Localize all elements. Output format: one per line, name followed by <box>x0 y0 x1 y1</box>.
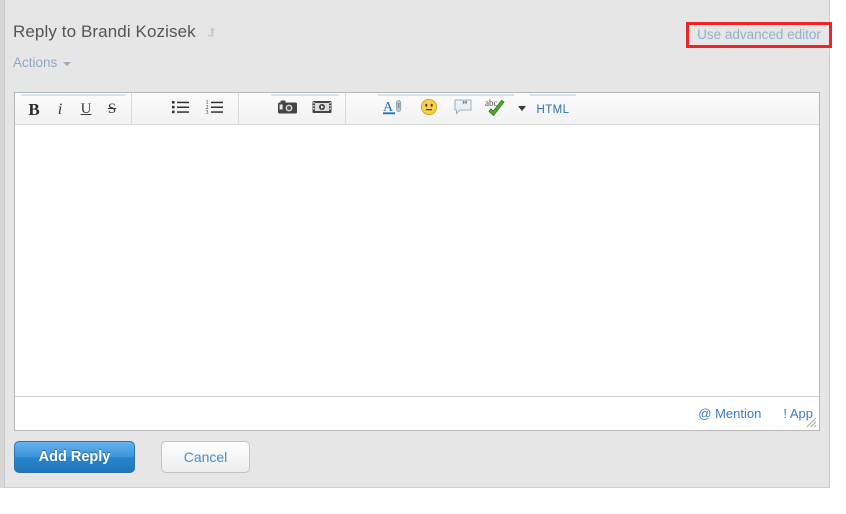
quote-button[interactable]: ” <box>446 93 480 124</box>
svg-text:”: ” <box>462 99 468 111</box>
screen-root: Reply to Brandi Kozisek Actions Use adva… <box>0 0 846 514</box>
rich-text-editor: B i U S 1 2 3 A ” abc HTML @ Mention ! A… <box>14 92 820 431</box>
bold-button[interactable]: B <box>21 93 47 124</box>
toolbar-group-lists: 1 2 3 <box>158 93 239 124</box>
share-arrow-icon <box>205 26 219 40</box>
compose-textarea[interactable] <box>15 125 819 397</box>
insert-image-button[interactable] <box>271 93 305 124</box>
font-color-icon: A <box>382 98 408 121</box>
page-title: Reply to Brandi Kozisek <box>13 22 196 41</box>
title-row: Reply to Brandi Kozisek <box>13 20 653 44</box>
svg-text:abc: abc <box>485 98 498 108</box>
numbered-list-button[interactable]: 1 2 3 <box>198 94 232 124</box>
use-advanced-editor-link[interactable]: Use advanced editor <box>690 26 828 44</box>
form-actions: Add Reply Cancel <box>14 441 250 473</box>
actions-label: Actions <box>13 54 58 70</box>
underline-icon: U <box>80 101 92 117</box>
insert-video-button[interactable] <box>305 93 339 124</box>
toolbar-spacer-1 <box>132 93 158 124</box>
toolbar-group-media <box>265 93 346 124</box>
italic-icon: i <box>57 100 63 118</box>
spellcheck-dropdown-button[interactable] <box>514 94 530 124</box>
html-label: HTML <box>536 103 570 116</box>
bold-icon: B <box>28 99 40 119</box>
emoticon-button[interactable] <box>412 93 446 124</box>
cancel-button[interactable]: Cancel <box>161 441 250 473</box>
left-edge-rail <box>0 0 5 488</box>
toolbar-spacer-2 <box>239 93 265 124</box>
strikethrough-button[interactable]: S <box>99 93 125 124</box>
reply-header: Reply to Brandi Kozisek Actions <box>13 20 653 80</box>
editor-footer: @ Mention ! App <box>15 397 819 429</box>
bullet-list-icon <box>171 99 191 120</box>
editor-toolbar: B i U S 1 2 3 A ” abc HTML <box>15 93 819 125</box>
insert-video-icon <box>311 99 333 120</box>
toolbar-group-text-format: B i U S <box>15 93 132 124</box>
resize-grip-icon[interactable] <box>804 415 817 428</box>
spellcheck-icon: abc <box>484 97 510 122</box>
bullet-list-button[interactable] <box>164 94 198 124</box>
html-source-button[interactable]: HTML <box>530 93 576 124</box>
add-reply-button[interactable]: Add Reply <box>14 441 135 473</box>
chevron-down-icon <box>518 106 526 111</box>
mention-link[interactable]: @ Mention <box>698 406 761 421</box>
actions-dropdown[interactable]: Actions <box>13 53 653 71</box>
underline-button[interactable]: U <box>73 93 99 124</box>
insert-image-icon <box>277 99 299 120</box>
toolbar-spacer-3 <box>346 93 372 124</box>
toolbar-group-extras: A ” abc HTML <box>372 93 582 124</box>
chevron-down-icon <box>63 62 72 66</box>
italic-button[interactable]: i <box>47 93 73 124</box>
quote-icon: ” <box>453 98 473 121</box>
svg-text:3: 3 <box>206 110 209 115</box>
numbered-list-icon: 1 2 3 <box>205 99 225 120</box>
strikethrough-icon: S <box>107 101 117 117</box>
emoticon-icon <box>420 98 438 121</box>
spellcheck-button[interactable]: abc <box>480 93 514 124</box>
font-color-button[interactable]: A <box>378 93 412 124</box>
